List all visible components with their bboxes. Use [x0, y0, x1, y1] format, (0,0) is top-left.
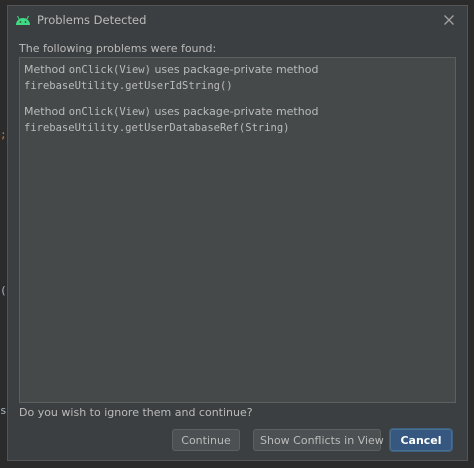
android-icon [16, 15, 30, 25]
problem-target: firebaseUtility.getUserIdString() [24, 80, 233, 92]
problem-method: onClick(View) [68, 64, 151, 76]
problems-list[interactable]: Method onClick(View) uses package-privat… [19, 57, 456, 403]
cancel-button[interactable]: Cancel [389, 428, 453, 452]
problem-method: onClick(View) [68, 106, 151, 118]
problems-dialog: Problems Detected The following problems… [7, 5, 468, 461]
problem-prefix: Method [24, 105, 69, 118]
problem-description: Method onClick(View) uses package-privat… [24, 104, 318, 120]
problem-description: Method onClick(View) uses package-privat… [24, 62, 318, 78]
problem-suffix: uses package-private method [150, 63, 319, 76]
problems-header: The following problems were found: [19, 42, 217, 55]
confirm-question: Do you wish to ignore them and continue? [19, 406, 253, 419]
problem-item: Method onClick(View) uses package-privat… [24, 62, 318, 94]
dialog-title: Problems Detected [37, 13, 147, 27]
dialog-titlebar[interactable]: Problems Detected [8, 6, 467, 34]
problem-prefix: Method [24, 63, 69, 76]
close-icon[interactable] [441, 12, 457, 28]
show-conflicts-button[interactable]: Show Conflicts in View [253, 429, 384, 451]
problem-suffix: uses package-private method [150, 105, 319, 118]
problem-item: Method onClick(View) uses package-privat… [24, 104, 318, 136]
continue-button[interactable]: Continue [172, 429, 240, 451]
problem-target: firebaseUtility.getUserDatabaseRef(Strin… [24, 122, 290, 134]
